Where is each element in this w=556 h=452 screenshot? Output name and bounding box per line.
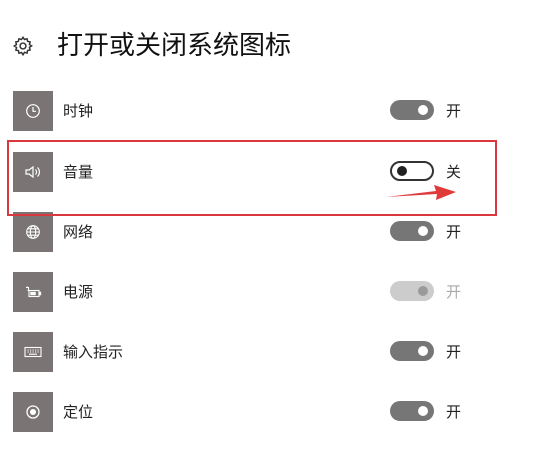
input-indicator-toggle[interactable] <box>390 341 434 361</box>
toggle-state-label: 开 <box>446 102 462 120</box>
toggle-knob <box>418 346 428 356</box>
network-icon <box>25 224 41 240</box>
network-toggle[interactable] <box>390 221 434 241</box>
arrow-annotation <box>386 185 456 200</box>
setting-label: 电源 <box>63 283 94 301</box>
setting-row-input-indicator: 输入指示 开 <box>0 327 556 377</box>
toggle-state-label: 开 <box>446 403 462 421</box>
clock-icon <box>25 103 41 119</box>
input-indicator-tile <box>13 332 53 372</box>
location-icon <box>25 404 41 420</box>
clock-tile <box>13 91 53 131</box>
battery-icon <box>24 285 42 299</box>
power-toggle[interactable] <box>390 281 434 301</box>
location-tile <box>13 392 53 432</box>
toggle-knob <box>418 105 428 115</box>
setting-row-location: 定位 开 <box>0 387 556 437</box>
setting-row-power: 电源 开 <box>0 267 556 317</box>
clock-toggle[interactable] <box>390 100 434 120</box>
toggle-state-label: 开 <box>446 283 462 301</box>
power-tile <box>13 272 53 312</box>
toggle-knob <box>418 226 428 236</box>
page-header: 打开或关闭系统图标 <box>10 26 291 66</box>
setting-row-clock: 时钟 开 <box>0 86 556 136</box>
page-title: 打开或关闭系统图标 <box>57 31 292 61</box>
setting-label: 定位 <box>63 403 94 421</box>
toggle-knob <box>418 286 428 296</box>
toggle-state-label: 开 <box>446 343 462 361</box>
keyboard-icon <box>24 346 42 358</box>
toggle-knob <box>418 406 428 416</box>
gear-icon[interactable] <box>10 33 36 59</box>
network-tile <box>13 212 53 252</box>
setting-label: 输入指示 <box>63 343 124 361</box>
setting-label: 时钟 <box>63 102 94 120</box>
location-toggle[interactable] <box>390 401 434 421</box>
